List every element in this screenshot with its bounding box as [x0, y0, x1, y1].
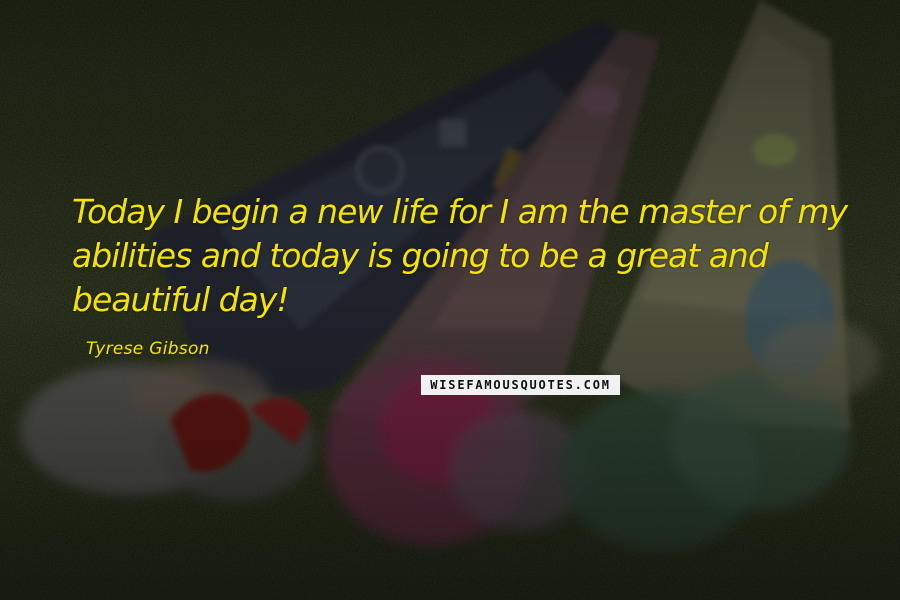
quote-author: Tyrese Gibson — [86, 339, 210, 359]
quote-text: Today I begin a new life for I am the ma… — [72, 192, 848, 319]
wisefamousquotes-watermark: WISEFAMOUSQUOTES.COM — [421, 375, 620, 395]
